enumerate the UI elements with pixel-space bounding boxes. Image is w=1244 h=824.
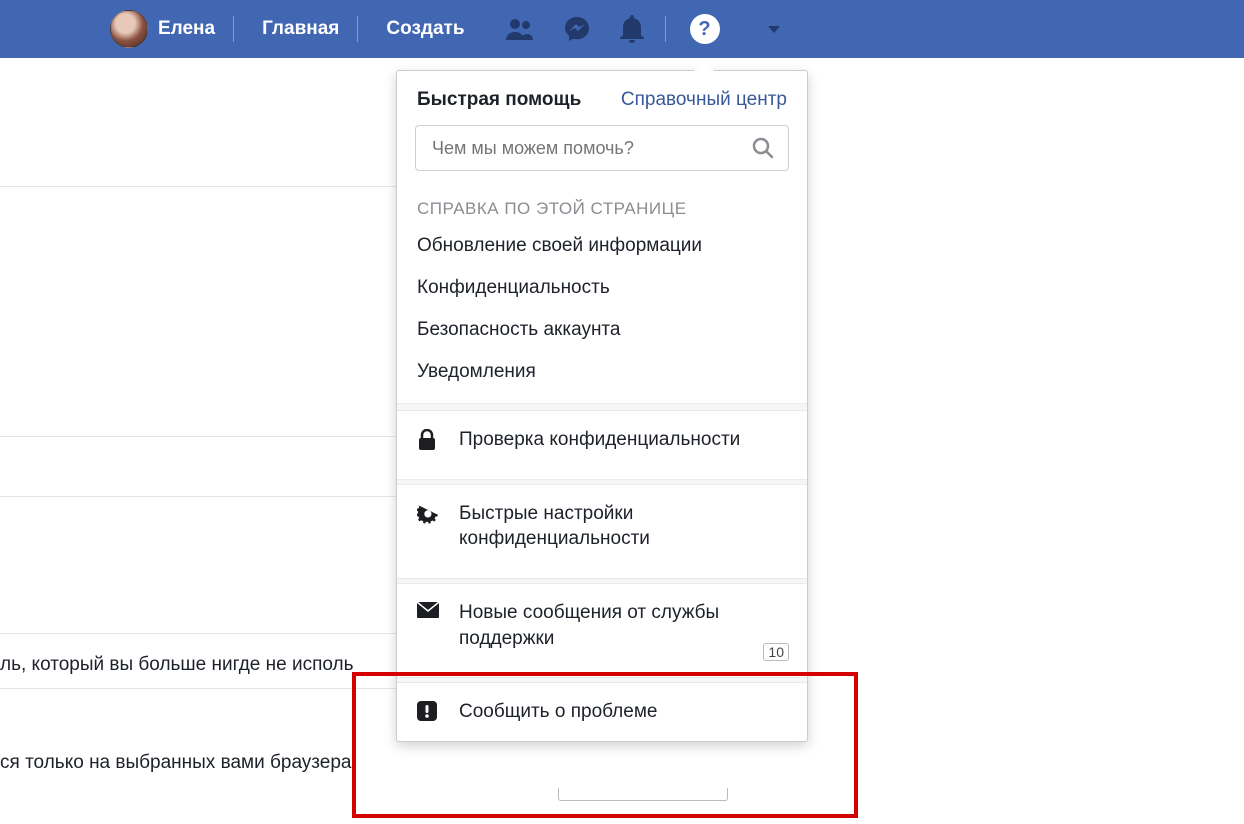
search-icon	[752, 137, 774, 159]
help-topic-security[interactable]: Безопасность аккаунта	[397, 309, 807, 351]
top-nav: Елена Главная Создать ?	[0, 0, 1244, 58]
help-topic-notifications[interactable]: Уведомления	[397, 351, 807, 393]
support-inbox-item[interactable]: Новые сообщения от службы поддержки 10	[397, 584, 807, 667]
account-menu-caret[interactable]	[748, 26, 780, 33]
messenger-icon[interactable]	[563, 15, 591, 43]
alert-icon	[417, 701, 443, 721]
bg-text-1: ль, который вы больше нигде не исполь	[0, 654, 354, 676]
help-topic-update-info[interactable]: Обновление своей информации	[397, 225, 807, 267]
popover-title: Быстрая помощь	[417, 89, 581, 111]
bg-text-2: ся только на выбранных вами браузера	[0, 752, 352, 774]
avatar[interactable]	[110, 10, 148, 48]
section-label: СПРАВКА ПО ЭТОЙ СТРАНИЦЕ	[397, 185, 807, 225]
gear-icon	[417, 503, 443, 525]
help-search-input[interactable]	[430, 137, 752, 160]
privacy-shortcuts-item[interactable]: Быстрые настройки конфиденциальности	[397, 485, 807, 568]
help-topic-privacy[interactable]: Конфиденциальность	[397, 267, 807, 309]
home-link[interactable]: Главная	[262, 18, 339, 40]
create-link[interactable]: Создать	[386, 18, 464, 40]
report-problem-label: Сообщить о проблеме	[459, 699, 657, 725]
lock-icon	[417, 429, 443, 451]
quick-help-popover: Быстрая помощь Справочный центр СПРАВКА …	[396, 70, 808, 742]
help-icon[interactable]: ?	[690, 14, 720, 44]
help-search[interactable]	[415, 125, 789, 171]
mail-icon	[417, 602, 443, 618]
notifications-icon[interactable]	[619, 15, 645, 43]
profile-link[interactable]: Елена	[158, 18, 215, 40]
privacy-shortcuts-label: Быстрые настройки конфиденциальности	[459, 501, 787, 552]
obscured-button	[558, 788, 728, 801]
privacy-checkup-label: Проверка конфиденциальности	[459, 427, 740, 453]
report-problem-item[interactable]: Сообщить о проблеме	[397, 683, 807, 741]
help-center-link[interactable]: Справочный центр	[621, 89, 787, 111]
support-inbox-badge: 10	[763, 643, 789, 661]
support-inbox-label: Новые сообщения от службы поддержки	[459, 600, 787, 651]
friend-requests-icon[interactable]	[505, 18, 535, 40]
privacy-checkup-item[interactable]: Проверка конфиденциальности	[397, 411, 807, 469]
